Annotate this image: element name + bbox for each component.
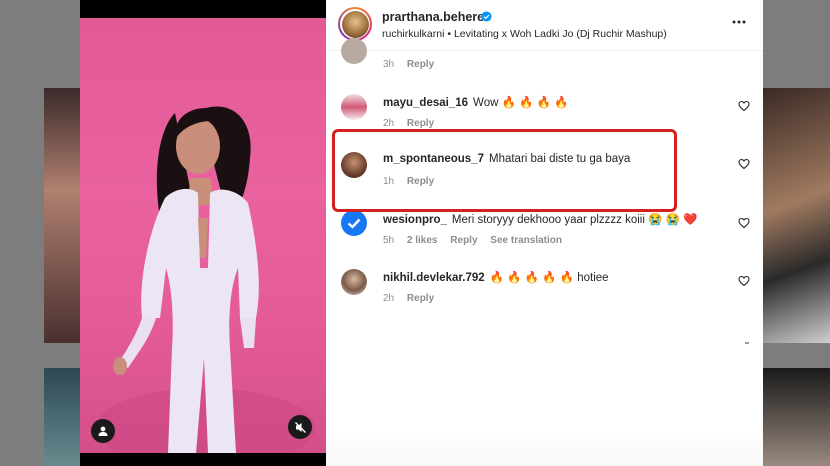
commenter-username[interactable]: nikhil.devlekar.792	[383, 272, 485, 284]
verified-badge-icon	[481, 11, 492, 22]
highlight-annotation-box	[332, 129, 677, 212]
comment-text: Wow 🔥 🔥 🔥 🔥	[473, 97, 569, 109]
heart-icon[interactable]	[738, 100, 750, 112]
comment-text-line: mayu_desai_16 Wow 🔥 🔥 🔥 🔥	[383, 95, 568, 109]
reply-button[interactable]: Reply	[407, 59, 434, 70]
scrollbar-thumb[interactable]	[745, 342, 749, 344]
audio-attribution[interactable]: ruchirkulkarni • Levitating x Woh Ladki …	[382, 28, 667, 40]
background-post-thumbnail	[763, 368, 830, 466]
video-frame-person	[95, 106, 315, 453]
comments-panel: prarthana.behere ruchirkulkarni • Levita…	[326, 0, 763, 466]
comment-item: nikhil.devlekar.792 🔥 🔥 🔥 🔥 🔥 hotiee 2h R…	[326, 265, 763, 310]
heart-icon[interactable]	[738, 158, 750, 170]
comment-text-line: wesionpro_ Meri storyyy dekhooo yaar plzz…	[383, 212, 697, 226]
comment-meta: 3h Reply	[383, 59, 444, 70]
comment-item: 3h Reply	[326, 38, 763, 80]
media-letterbox-bottom	[80, 453, 326, 466]
likes-count[interactable]: 2 likes	[407, 235, 438, 246]
comment-time: 5h	[383, 235, 395, 246]
reply-button[interactable]: Reply	[407, 118, 434, 129]
commenter-avatar[interactable]	[341, 94, 367, 120]
more-options-icon[interactable]	[731, 14, 747, 30]
comment-time: 3h	[383, 59, 395, 70]
commenter-avatar[interactable]	[341, 269, 367, 295]
heart-icon[interactable]	[738, 275, 750, 287]
comment-meta: 5h 2 likes Reply See translation	[383, 235, 572, 246]
mute-button[interactable]	[288, 415, 312, 439]
comment-meta: 2h Reply	[383, 118, 444, 129]
background-post-thumbnail	[44, 88, 80, 343]
user-tag-icon	[98, 426, 108, 436]
post-header: prarthana.behere ruchirkulkarni • Levita…	[326, 0, 763, 51]
commenter-username[interactable]: wesionpro_	[383, 214, 447, 226]
commenter-avatar[interactable]	[341, 38, 367, 64]
heart-icon[interactable]	[738, 217, 750, 229]
commenter-username[interactable]: mayu_desai_16	[383, 97, 468, 109]
author-avatar[interactable]	[338, 7, 372, 41]
mute-icon	[294, 421, 306, 433]
comment-text: 🔥 🔥 🔥 🔥 🔥 hotiee	[489, 272, 609, 284]
background-post-thumbnail	[763, 88, 830, 343]
comments-panel-bottom	[326, 430, 763, 466]
see-translation-link[interactable]: See translation	[490, 235, 562, 246]
comment-time: 2h	[383, 118, 395, 129]
post-video[interactable]	[80, 18, 326, 453]
reply-button[interactable]: Reply	[407, 293, 434, 304]
comment-text: Meri storyyy dekhooo yaar plzzzz koiii 😭…	[451, 214, 698, 226]
media-letterbox-top	[80, 0, 326, 18]
author-username[interactable]: prarthana.behere	[382, 10, 484, 24]
user-tag-button[interactable]	[91, 419, 115, 443]
comment-meta: 2h Reply	[383, 293, 444, 304]
reply-button[interactable]: Reply	[450, 235, 477, 246]
checkmark-icon	[347, 218, 361, 229]
comment-text-line: nikhil.devlekar.792 🔥 🔥 🔥 🔥 🔥 hotiee	[383, 270, 609, 284]
comment-item: wesionpro_ Meri storyyy dekhooo yaar plzz…	[326, 207, 763, 252]
commenter-avatar[interactable]	[341, 210, 367, 236]
background-post-thumbnail	[44, 368, 80, 466]
comment-time: 2h	[383, 293, 395, 304]
